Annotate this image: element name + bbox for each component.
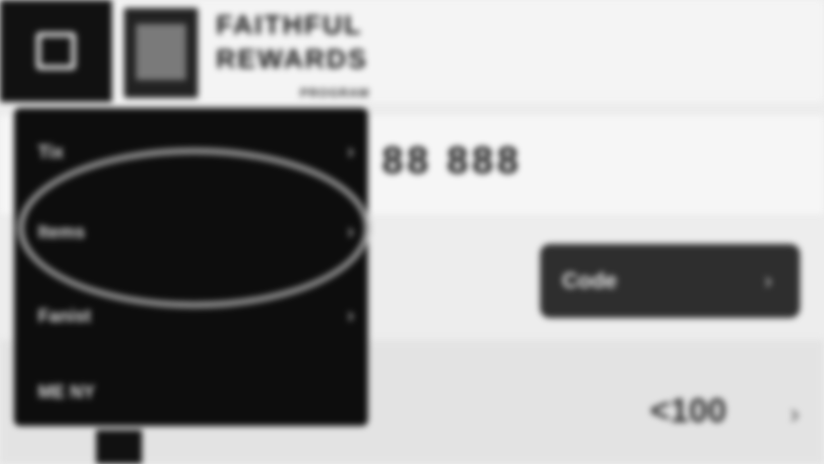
brand-title[interactable]: FAITHFUL REWARDS — [216, 8, 368, 76]
code-select[interactable]: Code › — [540, 244, 800, 318]
chevron-right-icon: › — [764, 268, 772, 293]
menu-toggle-button[interactable] — [0, 0, 112, 102]
top-header: FAITHFUL REWARDS PROGRAM — [0, 0, 824, 102]
chevron-right-icon: › — [347, 140, 354, 163]
brand-line-2: REWARDS — [216, 44, 369, 74]
menu-item-label: Fanist — [38, 305, 92, 326]
pager-value: <100 — [650, 392, 727, 430]
brand-logo[interactable] — [124, 8, 198, 98]
brand-logo-mark — [136, 24, 186, 80]
code-select-label: Code — [562, 268, 617, 293]
highlight-ellipse — [18, 148, 370, 308]
brand-line-1: FAITHFUL — [216, 10, 363, 40]
menu-item-label: Tix — [38, 141, 64, 162]
chevron-right-icon: › — [347, 304, 354, 327]
menu-item-me-ny[interactable]: ME NY — [38, 372, 348, 412]
square-menu-icon — [36, 32, 76, 70]
pager-next-icon[interactable]: › — [790, 398, 799, 430]
menu-item-label: ME NY — [38, 381, 96, 402]
card-number: 88 888 — [382, 140, 523, 182]
brand-subtitle: PROGRAM — [300, 86, 370, 100]
menu-bottom-stub — [96, 430, 142, 464]
